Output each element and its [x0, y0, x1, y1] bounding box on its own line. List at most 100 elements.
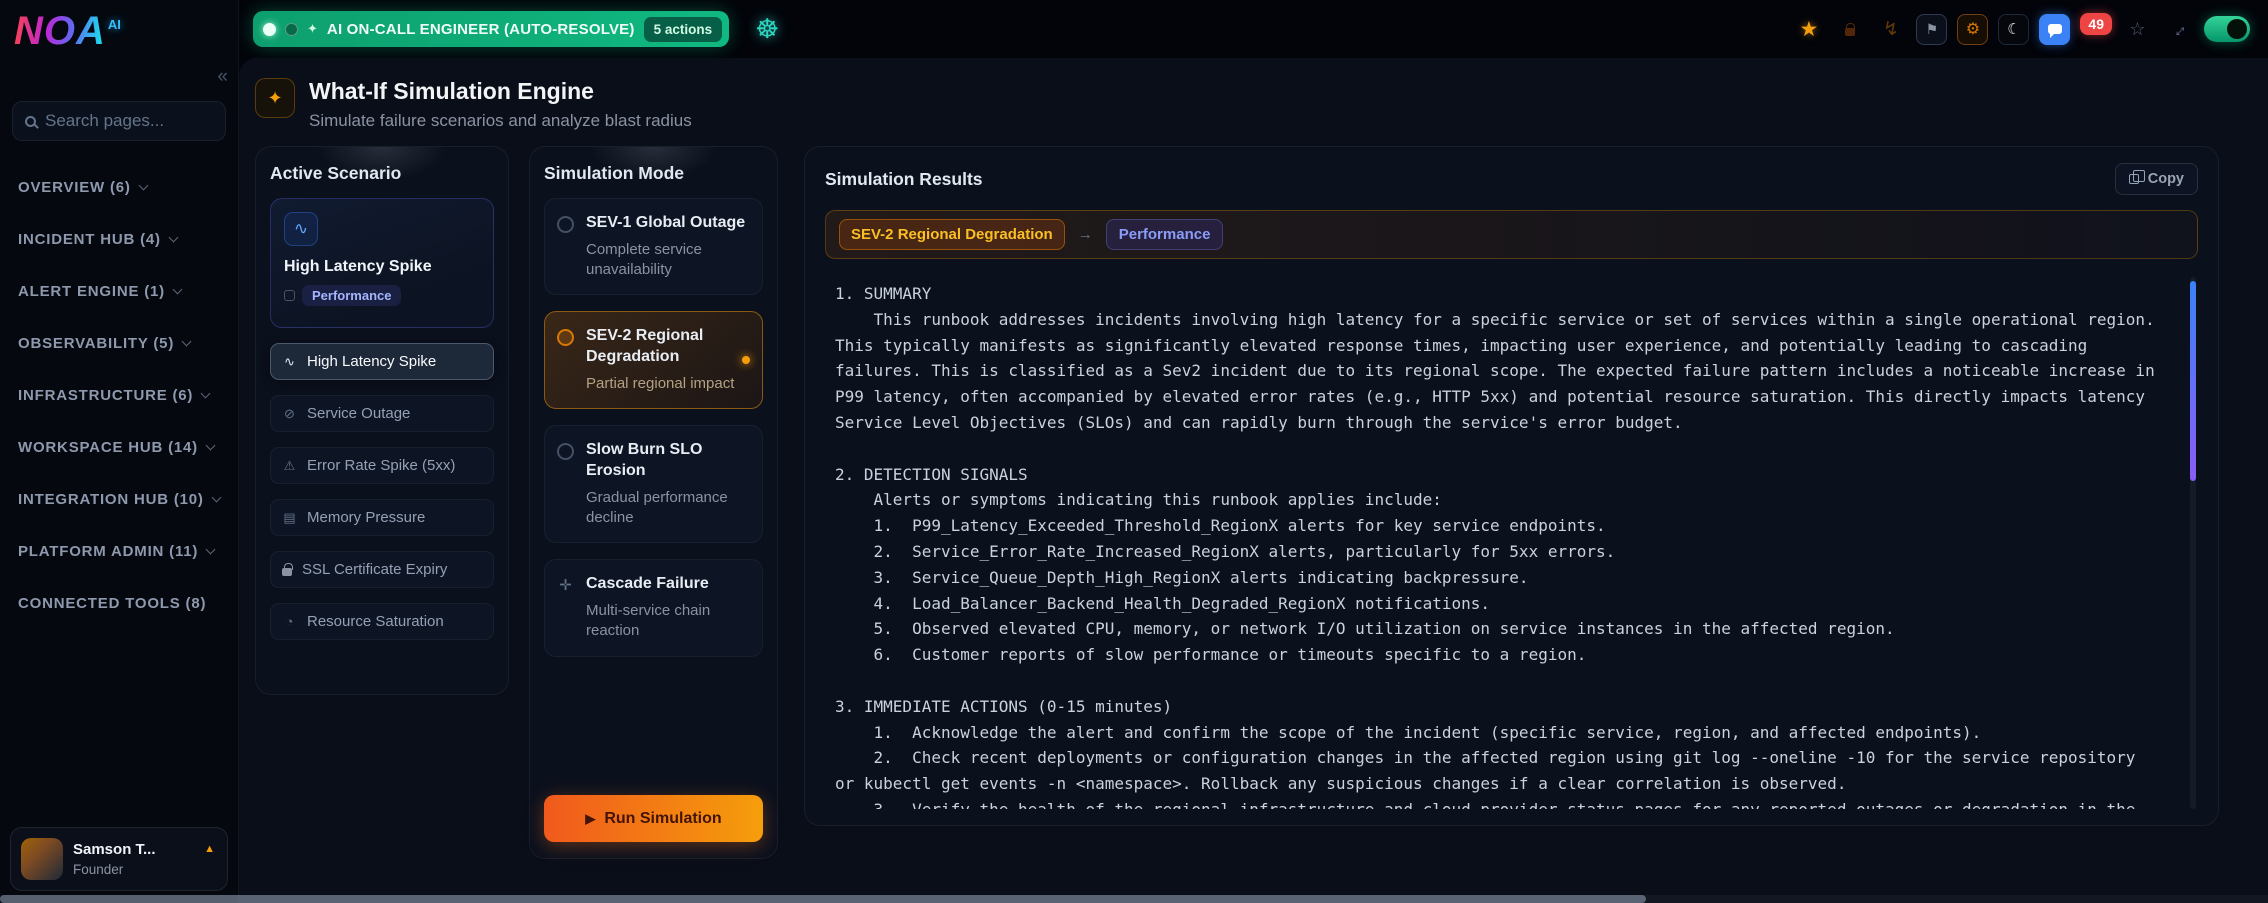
- scenario-label: Resource Saturation: [307, 613, 444, 630]
- scenario-item-high-latency-spike[interactable]: ∿ High Latency Spike: [270, 343, 494, 380]
- simulation-mode-panel: Simulation Mode SEV-1 Global Outage Comp…: [529, 146, 778, 859]
- lock-button[interactable]: [1834, 14, 1865, 45]
- expand-button[interactable]: ↔: [2157, 7, 2201, 51]
- user-menu-caret-icon[interactable]: ▲: [204, 843, 215, 855]
- mode-option-sev1-global-outage[interactable]: SEV-1 Global Outage Complete service una…: [544, 198, 763, 295]
- app-logo[interactable]: NOA AI: [14, 9, 121, 54]
- current-scenario-name: High Latency Spike: [284, 258, 480, 276]
- warning-icon: ⚠: [282, 458, 297, 474]
- scenario-label: Memory Pressure: [307, 509, 425, 526]
- horizontal-scrollbar[interactable]: [0, 895, 2268, 903]
- ai-oncall-label: AI ON-CALL ENGINEER (AUTO-RESOLVE): [327, 21, 635, 38]
- ai-oncall-status-pill[interactable]: ✦ AI ON-CALL ENGINEER (AUTO-RESOLVE) 5 a…: [253, 11, 729, 47]
- nav-label: INCIDENT HUB (4): [18, 231, 161, 248]
- run-simulation-label: Run Simulation: [604, 810, 721, 828]
- copy-button[interactable]: Copy: [2115, 163, 2198, 195]
- search-box[interactable]: [12, 101, 226, 141]
- moon-button[interactable]: ☾: [1998, 14, 2029, 45]
- mode-option-text: Cascade Failure Multi-service chain reac…: [586, 574, 750, 641]
- chevron-down-icon: [201, 388, 211, 398]
- lock-icon: [1845, 28, 1855, 36]
- nav-label: ALERT ENGINE (1): [18, 283, 165, 300]
- theme-toggle[interactable]: [2204, 16, 2250, 42]
- simulation-results-title: Simulation Results: [825, 169, 983, 190]
- sidebar-item-observability[interactable]: OBSERVABILITY (5): [0, 317, 238, 369]
- sidebar-item-connected-tools[interactable]: CONNECTED TOOLS (8): [0, 577, 238, 629]
- scenario-item-service-outage[interactable]: ⊘ Service Outage: [270, 395, 494, 432]
- horizontal-scrollbar-thumb[interactable]: [0, 895, 1646, 903]
- results-badge-bar: SEV-2 Regional Degradation → Performance: [825, 210, 2198, 259]
- copy-icon: [2129, 174, 2139, 184]
- search-input[interactable]: [45, 111, 266, 131]
- scenario-label: High Latency Spike: [307, 353, 436, 370]
- runbook-text[interactable]: 1. SUMMARY This runbook addresses incide…: [825, 277, 2198, 809]
- mode-option-slow-burn-slo-erosion[interactable]: Slow Burn SLO Erosion Gradual performanc…: [544, 425, 763, 543]
- page-title: What-If Simulation Engine: [309, 78, 692, 105]
- sidebar-item-incident-hub[interactable]: INCIDENT HUB (4): [0, 213, 238, 265]
- logo-text: NOA: [14, 9, 106, 54]
- radio-icon: [557, 443, 574, 460]
- page-header-text: What-If Simulation Engine Simulate failu…: [309, 78, 692, 131]
- star-outline-button[interactable]: ☆: [2122, 14, 2153, 45]
- power-icon: ⊘: [282, 406, 297, 422]
- user-card[interactable]: Samson T... Founder ▲: [10, 827, 228, 891]
- active-scenario-title: Active Scenario: [270, 163, 494, 184]
- sidebar-nav: OVERVIEW (6) INCIDENT HUB (4) ALERT ENGI…: [0, 161, 238, 629]
- chevron-down-icon: [168, 232, 178, 242]
- sidebar-item-infrastructure[interactable]: INFRASTRUCTURE (6): [0, 369, 238, 421]
- sidebar-collapse-button[interactable]: «: [217, 66, 228, 88]
- simulation-results-panel: Simulation Results Copy SEV-2 Regional D…: [804, 146, 2219, 826]
- sidebar: NOA AI « OVERVIEW (6) INCIDENT HUB (4) A…: [0, 0, 239, 903]
- sidebar-item-platform-admin[interactable]: PLATFORM ADMIN (11): [0, 525, 238, 577]
- user-info: Samson T... Founder: [73, 841, 156, 877]
- page-header: ✦ What-If Simulation Engine Simulate fai…: [239, 58, 2268, 131]
- topbar: ✦ AI ON-CALL ENGINEER (AUTO-RESOLVE) 5 a…: [239, 0, 2268, 58]
- helm-icon[interactable]: ☸: [755, 14, 779, 45]
- results-scrollbar-thumb[interactable]: [2190, 281, 2196, 481]
- mode-name: Slow Burn SLO Erosion: [586, 440, 750, 482]
- sparkle-icon: ✦: [307, 21, 318, 37]
- flag-button[interactable]: ⚑: [1916, 14, 1947, 45]
- cascade-icon: ✛: [557, 576, 574, 641]
- mode-option-sev2-regional-degradation[interactable]: SEV-2 Regional Degradation Partial regio…: [544, 311, 763, 409]
- notification-badge[interactable]: 49: [2080, 13, 2112, 35]
- current-scenario-tags: Performance: [284, 285, 480, 306]
- mode-desc: Partial regional impact: [586, 374, 750, 394]
- nav-label: INFRASTRUCTURE (6): [18, 387, 193, 404]
- zap-button[interactable]: ↯: [1875, 14, 1906, 45]
- scenario-item-ssl-certificate-expiry[interactable]: SSL Certificate Expiry: [270, 551, 494, 588]
- results-scrollbar[interactable]: [2190, 277, 2196, 809]
- panels-row: Active Scenario ∿ High Latency Spike Per…: [239, 131, 2268, 859]
- severity-badge: SEV-2 Regional Degradation: [839, 219, 1065, 250]
- user-role: Founder: [73, 862, 156, 877]
- actions-count-chip[interactable]: 5 actions: [644, 17, 723, 42]
- activity-icon: ∿: [282, 354, 297, 370]
- nav-label: WORKSPACE HUB (14): [18, 439, 198, 456]
- current-scenario-card[interactable]: ∿ High Latency Spike Performance: [270, 198, 494, 328]
- mode-list: SEV-1 Global Outage Complete service una…: [544, 198, 763, 657]
- sidebar-item-workspace-hub[interactable]: WORKSPACE HUB (14): [0, 421, 238, 473]
- scenario-label: SSL Certificate Expiry: [302, 561, 447, 578]
- memory-chip-icon: ▤: [282, 510, 297, 526]
- star-button[interactable]: ★: [1793, 14, 1824, 45]
- scenario-label: Error Rate Spike (5xx): [307, 457, 455, 474]
- gear-button[interactable]: ⚙: [1957, 14, 1988, 45]
- chat-button[interactable]: [2039, 14, 2070, 45]
- sidebar-item-integration-hub[interactable]: INTEGRATION HUB (10): [0, 473, 238, 525]
- sidebar-item-overview[interactable]: OVERVIEW (6): [0, 161, 238, 213]
- mode-desc: Multi-service chain reaction: [586, 601, 750, 642]
- page-subtitle: Simulate failure scenarios and analyze b…: [309, 111, 692, 131]
- results-body: 1. SUMMARY This runbook addresses incide…: [825, 277, 2198, 809]
- logo-row: NOA AI: [0, 0, 238, 62]
- performance-tag: Performance: [302, 285, 401, 306]
- run-simulation-button[interactable]: ▶ Run Simulation: [544, 795, 763, 842]
- scenario-item-error-rate-spike[interactable]: ⚠ Error Rate Spike (5xx): [270, 447, 494, 484]
- radio-selected-icon: [557, 329, 574, 346]
- mode-option-cascade-failure[interactable]: ✛ Cascade Failure Multi-service chain re…: [544, 559, 763, 656]
- nav-label: PLATFORM ADMIN (11): [18, 543, 198, 560]
- results-header: Simulation Results Copy: [825, 163, 2198, 195]
- sidebar-item-alert-engine[interactable]: ALERT ENGINE (1): [0, 265, 238, 317]
- scenario-item-memory-pressure[interactable]: ▤ Memory Pressure: [270, 499, 494, 536]
- status-dot-dim-icon: [285, 23, 298, 36]
- scenario-item-resource-saturation[interactable]: ◔ Resource Saturation: [270, 603, 494, 640]
